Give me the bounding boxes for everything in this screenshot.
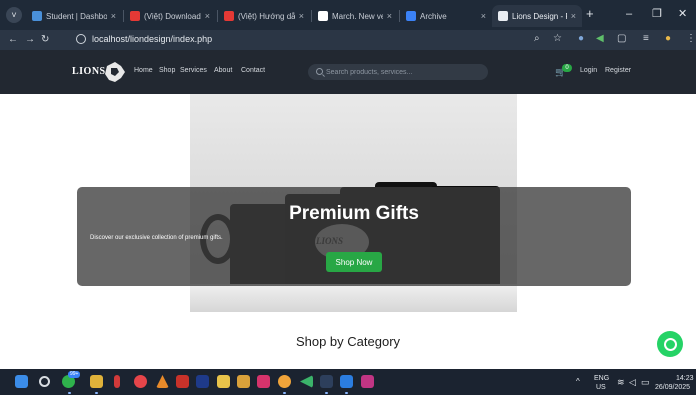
tab-title: March. New version [332, 11, 383, 21]
youtube-favicon-icon [224, 11, 234, 21]
windows-start-icon[interactable] [15, 375, 28, 388]
nav-services[interactable]: Services [180, 67, 207, 74]
app-icon[interactable] [217, 375, 230, 388]
file-explorer-icon[interactable] [90, 375, 103, 388]
running-indicator [325, 392, 328, 394]
zoom-icon[interactable]: ⌕ [534, 33, 540, 45]
tab-search-icon[interactable]: ≡ [643, 33, 649, 45]
tab-title: (Việt) Download All [144, 11, 201, 21]
instagram-icon[interactable] [361, 375, 374, 388]
tab-close-icon[interactable]: × [481, 11, 486, 21]
shelf-surface [190, 284, 517, 312]
nav-shop[interactable]: Shop [159, 67, 175, 74]
section-title: Shop by Category [295, 334, 401, 349]
bookmark-star-icon[interactable]: ☆ [553, 33, 562, 45]
clock-time[interactable]: 14:23 [676, 375, 694, 383]
hero-title: Premium Gifts [289, 203, 419, 224]
app-icon[interactable] [134, 375, 147, 388]
login-link[interactable]: Login [580, 67, 597, 74]
search-icon [316, 68, 323, 75]
back-arrow-icon[interactable]: ← [8, 33, 18, 47]
illustrator-icon[interactable] [176, 375, 189, 388]
profile-avatar[interactable]: ● [665, 33, 671, 45]
hero-subtitle: Discover our exclusive collection of pre… [90, 235, 223, 241]
running-indicator [95, 392, 98, 394]
app-icon[interactable] [320, 375, 333, 388]
youtube-favicon-icon [130, 11, 140, 21]
whatsapp-chat-button[interactable] [657, 331, 683, 357]
tab-favicon-icon [318, 11, 328, 21]
app-icon[interactable] [237, 375, 250, 388]
region-indicator[interactable]: US [596, 384, 606, 392]
browser-menu-icon[interactable]: ⋮ [686, 33, 696, 45]
archive-favicon-icon [406, 11, 416, 21]
extensions-puzzle-icon[interactable]: ▢ [617, 33, 626, 45]
word-icon[interactable] [340, 375, 353, 388]
close-window-button[interactable]: ✕ [678, 8, 687, 20]
forward-arrow-icon[interactable]: → [25, 33, 35, 47]
minimize-button[interactable]: – [626, 8, 632, 20]
running-indicator [283, 392, 286, 394]
cart-count-badge: 0 [562, 64, 572, 72]
tab-favicon-icon [498, 11, 508, 21]
chrome-icon[interactable] [278, 375, 291, 388]
logo-text: LIONS [72, 66, 106, 77]
tray-overflow-icon[interactable]: ^ [576, 378, 580, 386]
tab-title: Student | Dashboard [46, 11, 107, 21]
tab-close-icon[interactable]: × [571, 11, 576, 21]
nav-contact[interactable]: Contact [241, 67, 265, 74]
language-indicator[interactable]: ENG [594, 375, 609, 383]
photoshop-icon[interactable] [196, 375, 209, 388]
tab-title: (Việt) Hướng dẫn [238, 11, 295, 21]
browser-tab-active[interactable]: Lions Design - Premium × [492, 5, 582, 27]
tab-close-icon[interactable]: × [387, 11, 392, 21]
extension-icon[interactable]: ● [578, 33, 584, 45]
browser-tab[interactable]: March. New version × [312, 5, 398, 27]
extension-icon[interactable]: ◀ [596, 33, 604, 45]
nav-home[interactable]: Home [134, 67, 153, 74]
tab-close-icon[interactable]: × [205, 11, 210, 21]
register-link[interactable]: Register [605, 67, 631, 74]
running-indicator [68, 392, 71, 394]
browser-tab[interactable]: (Việt) Hướng dẫn × [218, 5, 310, 27]
shop-now-button[interactable]: Shop Now [326, 252, 382, 272]
mug-logo-text: LIONS [316, 236, 344, 246]
tab-favicon-icon [32, 11, 42, 21]
browser-tab[interactable]: Student | Dashboard × [26, 5, 122, 27]
new-tab-button[interactable]: + [586, 7, 594, 21]
search-icon[interactable] [39, 376, 50, 387]
app-icon[interactable] [257, 375, 270, 388]
clock-date[interactable]: 26/09/2025 [655, 384, 690, 392]
search-input[interactable] [308, 64, 488, 80]
tab-title: Archive [420, 11, 447, 21]
notification-badge: 99+ [68, 371, 81, 378]
reload-icon[interactable]: ↻ [41, 33, 49, 47]
battery-icon[interactable]: ▭ [641, 378, 650, 387]
site-info-icon[interactable] [76, 34, 86, 44]
tab-title: Lions Design - Premium [512, 11, 567, 21]
address-bar[interactable]: localhost/liondesign/index.php [92, 33, 212, 45]
browser-tab[interactable]: Archive × [400, 5, 492, 27]
restore-button[interactable]: ❐ [652, 8, 662, 20]
tab-search-chevron-icon[interactable]: ˅ [6, 7, 22, 23]
browser-tab[interactable]: (Việt) Download All × [124, 5, 216, 27]
running-indicator [345, 392, 348, 394]
nav-about[interactable]: About [214, 67, 232, 74]
tab-close-icon[interactable]: × [299, 11, 304, 21]
volume-icon[interactable]: ◁ [629, 378, 636, 387]
wifi-icon[interactable]: ≋ [617, 378, 625, 387]
tab-close-icon[interactable]: × [111, 11, 116, 21]
app-icon[interactable] [114, 375, 120, 388]
